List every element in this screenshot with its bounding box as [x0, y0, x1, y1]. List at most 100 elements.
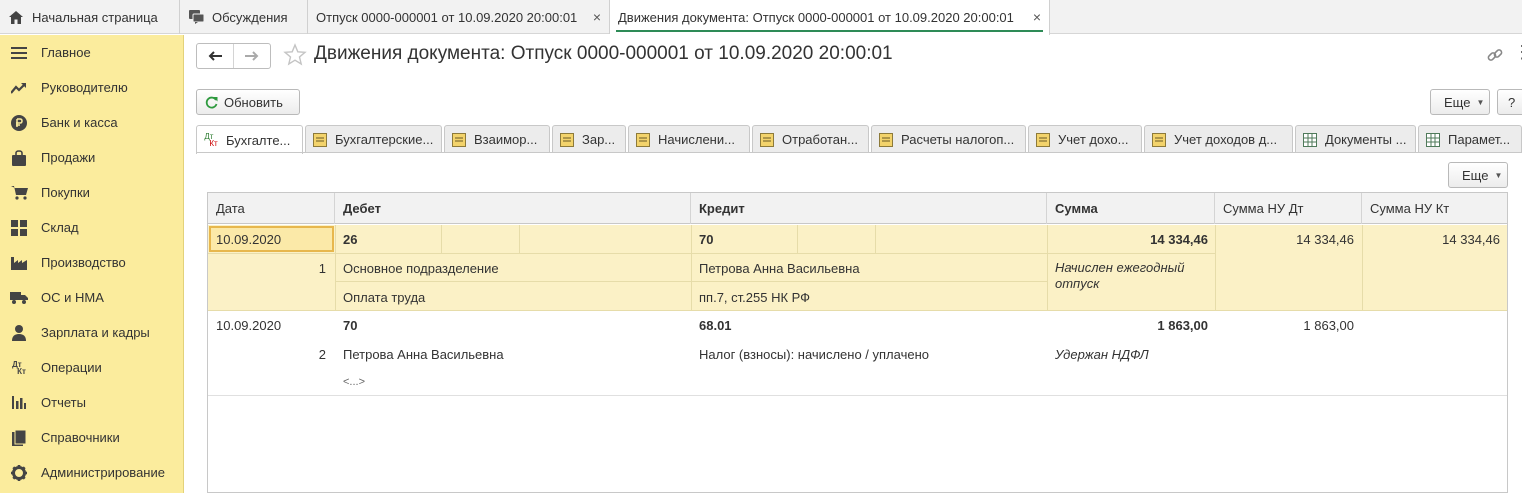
column-header-credit[interactable]: Кредит: [691, 193, 1047, 224]
sidebar-item-operations[interactable]: Дт Кт Операции: [0, 350, 184, 385]
chat-icon: [188, 9, 204, 25]
refresh-button[interactable]: Обновить: [196, 89, 300, 115]
home-icon: [8, 9, 24, 25]
table-more-button[interactable]: Еще ▼: [1448, 162, 1508, 188]
column-header-sum-nu-kt[interactable]: Сумма НУ Кт: [1362, 193, 1507, 224]
debit-account: 26: [343, 232, 358, 247]
tab-vacation-doc-label: Отпуск 0000-000001 от 10.09.2020 20:00:0…: [316, 9, 578, 25]
credit-subconto-1: Петрова Анна Васильевна: [699, 261, 860, 276]
sidebar-item-fixed-assets[interactable]: ОС и НМА: [0, 280, 184, 315]
chevron-down-icon: ▼: [1476, 97, 1485, 107]
sidebar-item-label: Склад: [41, 220, 79, 235]
cell-divider: [335, 281, 1047, 282]
credit-subconto-2: пп.7, ст.255 НК РФ: [699, 290, 811, 305]
tab-register[interactable]: Зар...: [552, 125, 626, 153]
register-icon: [1151, 132, 1167, 148]
sidebar-item-label: Операции: [41, 360, 102, 375]
register-icon: [451, 132, 467, 148]
ruble-icon: [10, 114, 28, 132]
entries-table[interactable]: Дата Дебет Кредит Сумма Сумма НУ Дт Сумм…: [207, 192, 1508, 493]
favorite-star-icon[interactable]: [283, 43, 307, 67]
tab-home[interactable]: Начальная страница: [0, 0, 180, 34]
factory-icon: [10, 254, 28, 272]
column-header-debit[interactable]: Дебет: [335, 193, 691, 224]
column-header-sum-nu-dt[interactable]: Сумма НУ Дт: [1215, 193, 1362, 224]
tab-documents[interactable]: Документы ...: [1295, 125, 1416, 153]
entry-content: Удержан НДФЛ: [1055, 347, 1149, 362]
register-icon: [759, 132, 775, 148]
cell-divider: [208, 253, 1215, 254]
sidebar-item-purchases[interactable]: Покупки: [0, 175, 184, 210]
tab-discussions[interactable]: Обсуждения: [180, 0, 308, 34]
row-number: 2: [318, 347, 326, 362]
sidebar-item-production[interactable]: Производство: [0, 245, 184, 280]
close-icon[interactable]: ×: [1033, 9, 1041, 25]
close-icon[interactable]: ×: [593, 9, 601, 25]
row-date: 10.09.2020: [216, 318, 282, 333]
sum-nu-dt-value: 1 863,00: [1303, 318, 1354, 333]
tab-label: Взаимор...: [474, 132, 538, 147]
sidebar-item-payroll[interactable]: Зарплата и кадры: [0, 315, 184, 350]
back-button[interactable]: [197, 44, 233, 68]
entry-content: Начислен ежегодный отпуск: [1055, 260, 1185, 291]
sidebar-item-label: Отчеты: [41, 395, 86, 410]
sidebar-item-main[interactable]: Главное: [0, 35, 184, 70]
tab-register[interactable]: Взаимор...: [444, 125, 550, 153]
sidebar-item-directories[interactable]: Справочники: [0, 420, 184, 455]
bag-icon: [10, 149, 28, 167]
row-number: 1: [318, 261, 326, 276]
tab-register[interactable]: Отработан...: [752, 125, 869, 153]
column-header-date[interactable]: Дата: [208, 193, 335, 224]
books-icon: [10, 429, 28, 447]
table-icon: [1302, 132, 1318, 148]
cell-divider: [797, 225, 798, 253]
tab-register[interactable]: Учет дохо...: [1028, 125, 1142, 153]
sidebar-item-label: Главное: [41, 45, 91, 60]
tab-accounting[interactable]: Дт Кт Бухгалте...: [196, 125, 303, 154]
more-button[interactable]: Еще ▼: [1430, 89, 1490, 115]
credit-account: 68.01: [699, 318, 732, 333]
tab-register[interactable]: Начислени...: [628, 125, 750, 153]
top-tab-bar: Начальная страница Обсуждения Отпуск 000…: [0, 0, 1522, 35]
forward-button[interactable]: [233, 44, 270, 68]
row-date: 10.09.2020: [216, 232, 282, 247]
person-icon: [10, 324, 28, 342]
link-icon[interactable]: [1486, 46, 1504, 64]
sidebar-item-admin[interactable]: Администрирование: [0, 455, 184, 490]
truck-icon: [10, 289, 28, 307]
help-button[interactable]: ?: [1497, 89, 1522, 115]
tab-vacation-doc[interactable]: Отпуск 0000-000001 от 10.09.2020 20:00:0…: [308, 0, 610, 34]
sidebar-item-label: Покупки: [41, 185, 90, 200]
tab-label: Учет доходов д...: [1174, 132, 1278, 147]
dt-kt-icon: Дт Кт: [204, 132, 218, 148]
debit-subconto-2: <...>: [343, 376, 366, 388]
sum-value: 1 863,00: [1157, 318, 1208, 333]
sidebar-item-label: Справочники: [41, 430, 120, 445]
tab-register[interactable]: Расчеты налогоп...: [871, 125, 1026, 153]
arrow-right-icon: [245, 51, 259, 61]
debit-subconto-1: Основное подразделение: [343, 261, 499, 276]
sidebar-item-label: Банк и касса: [41, 115, 118, 130]
sidebar-item-bank[interactable]: Банк и касса: [0, 105, 184, 140]
sum-nu-kt-value: 14 334,46: [1442, 232, 1500, 247]
page-title: Движения документа: Отпуск 0000-000001 о…: [314, 43, 893, 64]
debit-subconto-1: Петрова Анна Васильевна: [343, 347, 504, 362]
sidebar-item-sales[interactable]: Продажи: [0, 140, 184, 175]
tab-divider: [196, 152, 1522, 153]
column-header-sum[interactable]: Сумма: [1047, 193, 1215, 224]
more-actions-icon[interactable]: ⋮: [1513, 42, 1522, 63]
tab-label: Бухгалтерские...: [335, 132, 434, 147]
cell-divider: [335, 225, 336, 311]
tab-register[interactable]: Бухгалтерские...: [305, 125, 442, 153]
sidebar-item-warehouse[interactable]: Склад: [0, 210, 184, 245]
tab-register[interactable]: Учет доходов д...: [1144, 125, 1293, 153]
tab-home-label: Начальная страница: [32, 9, 158, 25]
tab-parameters[interactable]: Парамет...: [1418, 125, 1522, 153]
cell-divider: [441, 225, 442, 253]
sidebar-item-reports[interactable]: Отчеты: [0, 385, 184, 420]
sidebar-item-manager[interactable]: Руководителю: [0, 70, 184, 105]
tab-document-movements[interactable]: Движения документа: Отпуск 0000-000001 о…: [610, 0, 1050, 35]
tab-label: Документы ...: [1325, 132, 1407, 147]
sidebar-item-label: Производство: [41, 255, 126, 270]
register-icon: [559, 132, 575, 148]
